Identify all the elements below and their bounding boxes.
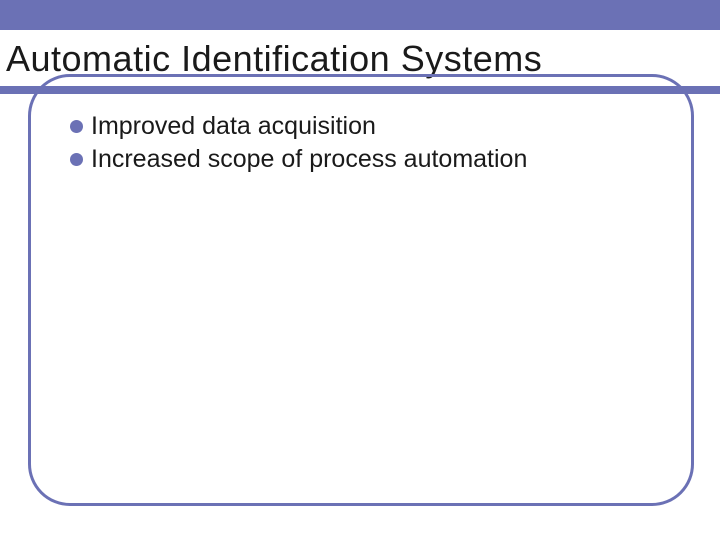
- bullet-list: Improved data acquisition Increased scop…: [70, 112, 680, 178]
- bullet-text: Improved data acquisition: [91, 112, 376, 141]
- bullet-icon: [70, 120, 83, 133]
- list-item: Increased scope of process automation: [70, 145, 680, 174]
- header-band: [0, 0, 720, 30]
- list-item: Improved data acquisition: [70, 112, 680, 141]
- bullet-text: Increased scope of process automation: [91, 145, 527, 174]
- bullet-icon: [70, 153, 83, 166]
